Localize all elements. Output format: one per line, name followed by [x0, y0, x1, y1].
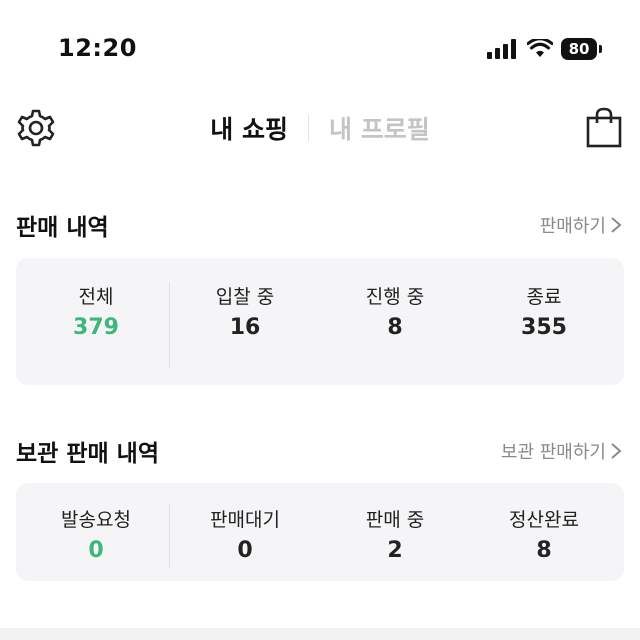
stat-label: 판매대기 — [210, 509, 280, 531]
stat-value: 379 — [73, 315, 119, 340]
stat-pending-sale[interactable]: 판매대기 0 — [169, 505, 321, 563]
stat-label: 입찰 중 — [215, 286, 275, 308]
status-icons: 80 — [487, 38, 602, 60]
wifi-icon — [527, 39, 553, 57]
stat-label: 진행 중 — [365, 286, 425, 308]
top-nav: 내 쇼핑 내 프로필 — [0, 100, 640, 156]
stat-bidding[interactable]: 입찰 중 16 — [169, 282, 321, 340]
stat-label: 정산완료 — [509, 509, 579, 531]
stat-label: 판매 중 — [365, 509, 425, 531]
stat-value: 0 — [88, 538, 104, 563]
status-bar: 12:20 80 — [0, 0, 640, 100]
stat-value: 2 — [387, 538, 403, 563]
stat-settled[interactable]: 정산완료 8 — [468, 505, 620, 563]
stat-on-sale[interactable]: 판매 중 2 — [319, 505, 471, 563]
sales-history-header: 판매 내역 판매하기 — [0, 204, 640, 244]
battery-indicator: 80 — [561, 38, 597, 60]
storage-stats-card: 발송요청 0 판매대기 0 판매 중 2 정산완료 8 — [16, 483, 624, 581]
storage-sell-link[interactable]: 보관 판매하기 — [501, 438, 622, 464]
storage-sales-header: 보관 판매 내역 보관 판매하기 — [0, 430, 640, 470]
stat-value: 355 — [521, 315, 567, 340]
tab-my-shopping[interactable]: 내 쇼핑 — [202, 110, 296, 146]
sell-link-label: 판매하기 — [539, 216, 606, 237]
sell-link[interactable]: 판매하기 — [540, 212, 622, 238]
stat-in-progress[interactable]: 진행 중 8 — [319, 282, 471, 340]
storage-sales-title: 보관 판매 내역 — [16, 441, 159, 467]
section-separator — [0, 628, 640, 640]
tab-my-profile[interactable]: 내 프로필 — [321, 110, 438, 146]
stat-value: 8 — [536, 538, 552, 563]
stat-value: 0 — [237, 538, 253, 563]
stat-value: 16 — [229, 315, 261, 340]
battery-tip — [599, 45, 602, 53]
stat-label: 종료 — [526, 286, 562, 308]
signal-icon — [487, 39, 516, 59]
status-time: 12:20 — [58, 34, 137, 62]
stat-label: 발송요청 — [61, 509, 131, 531]
tab-divider — [308, 115, 309, 141]
sales-stats-card: 전체 379 입찰 중 16 진행 중 8 종료 355 — [16, 258, 624, 385]
stat-shipping-request[interactable]: 발송요청 0 — [20, 505, 172, 563]
stat-total[interactable]: 전체 379 — [20, 282, 172, 340]
sales-history-title: 판매 내역 — [16, 215, 109, 241]
stat-value: 8 — [387, 315, 403, 340]
shopping-bag-icon[interactable] — [584, 106, 624, 148]
chevron-right-icon — [611, 443, 622, 459]
stat-label: 전체 — [78, 286, 114, 308]
chevron-right-icon — [611, 217, 622, 233]
tab-bar: 내 쇼핑 내 프로필 — [0, 110, 640, 146]
stat-ended[interactable]: 종료 355 — [468, 282, 620, 340]
storage-sell-link-label: 보관 판매하기 — [500, 442, 606, 463]
